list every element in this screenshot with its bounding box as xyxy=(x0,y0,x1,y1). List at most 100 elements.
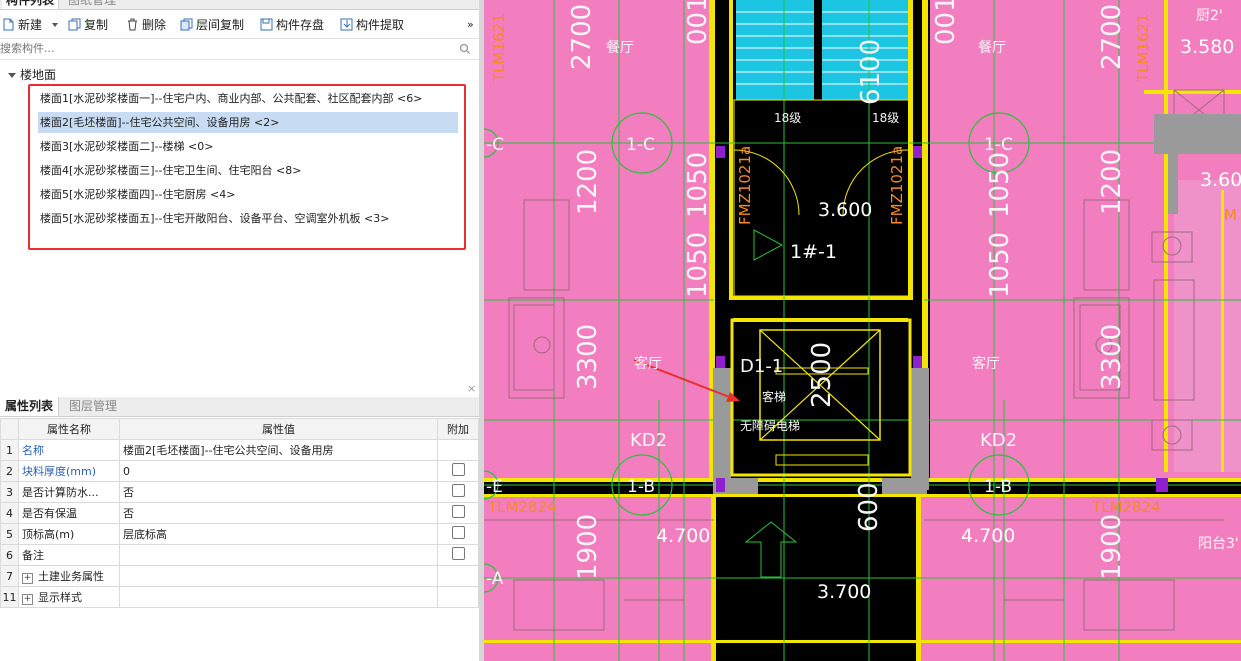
search-icon[interactable] xyxy=(459,43,471,55)
stair-18-left: 18级 xyxy=(774,111,801,125)
floor-plan-drawing: 2700 2700 1200 1050 1200 1050 1050 1050 … xyxy=(484,0,1241,661)
extra-checkbox[interactable] xyxy=(451,484,465,497)
property-name: + 显示样式 xyxy=(18,586,120,608)
extract-component-button[interactable]: 构件提取 xyxy=(340,16,404,34)
copy-button[interactable]: 复制 xyxy=(68,16,108,34)
tab-property-list[interactable]: 属性列表 xyxy=(0,397,60,416)
elev-3600-right: 3.60 xyxy=(1200,169,1241,191)
floor-copy-icon xyxy=(180,18,193,31)
extra-checkbox[interactable] xyxy=(451,526,465,539)
axis-edge-c: -C xyxy=(486,135,504,155)
dim-1050-right: 1050 xyxy=(985,152,1015,218)
tree-item-floor-1[interactable]: 楼面1[水泥砂浆楼面一]--住宅户内、商业内部、公共配套、社区配套内部 <6> xyxy=(38,88,422,109)
property-row[interactable]: 4 是否有保温 否 xyxy=(0,502,479,524)
property-row[interactable]: 1 名称 楼面2[毛坯楼面]--住宅公共空间、设备用房 xyxy=(0,439,479,461)
stair-landing xyxy=(733,99,910,297)
expand-plus-icon[interactable]: + xyxy=(22,594,33,605)
close-icon[interactable]: × xyxy=(467,382,476,395)
property-row[interactable]: 6 备注 xyxy=(0,544,479,566)
property-tab-strip: 属性列表 图层管理 xyxy=(0,397,479,417)
property-table: 属性名称 属性值 附加 1 名称 楼面2[毛坯楼面]--住宅公共空间、设备用房 2 块料… xyxy=(0,418,479,608)
corridor-arrow xyxy=(744,521,798,578)
tree-root-floor-finish[interactable]: 楼地面 xyxy=(8,66,56,83)
new-button[interactable]: 新建 xyxy=(2,16,58,34)
save-component-button[interactable]: 构件存盘 xyxy=(260,16,324,34)
property-value[interactable]: 0 xyxy=(119,460,438,482)
property-table-body: 1 名称 楼面2[毛坯楼面]--住宅公共空间、设备用房 2 块料厚度(mm) 0 3 是否计算… xyxy=(0,439,479,608)
tree-item-floor-3[interactable]: 楼面3[水泥砂浆楼面二]--楼梯 <0> xyxy=(38,136,213,157)
room-dining-right: 餐厅 xyxy=(978,40,1006,56)
property-value-header: 属性值 xyxy=(119,418,438,440)
property-value[interactable]: 层底标高 xyxy=(119,523,438,545)
extra-checkbox[interactable] xyxy=(451,463,465,476)
elev-3600: 3.600 xyxy=(818,199,872,221)
property-value[interactable]: 否 xyxy=(119,481,438,503)
axis-1c-right: 1-C xyxy=(984,135,1013,155)
elev-3700: 3.700 xyxy=(817,581,871,603)
door-m-right: M xyxy=(1224,206,1237,224)
elevator-barrier-free-label: 无障碍电梯 xyxy=(740,418,800,433)
property-name-text: 土建业务属性 xyxy=(38,570,104,583)
left-unit-fill xyxy=(484,0,709,478)
dim-1050-mid-right: 1050 xyxy=(985,232,1015,298)
component-search-bar xyxy=(0,38,479,60)
dim-001-left: 001 xyxy=(683,0,713,45)
floor-copy-button[interactable]: 层间复制 xyxy=(180,16,244,34)
property-value[interactable] xyxy=(119,544,438,566)
elev-4700-left: 4.700 xyxy=(656,525,710,547)
component-search-input[interactable] xyxy=(0,41,450,56)
property-name-text: 顶标高(m) xyxy=(22,528,75,541)
property-extra-cell xyxy=(437,523,479,545)
delete-label: 删除 xyxy=(142,18,167,32)
tree-item-floor-2[interactable]: 楼面2[毛坯楼面]--住宅公共空间、设备用房 <2> xyxy=(38,112,458,133)
toolbar-overflow-button[interactable]: » xyxy=(467,16,474,34)
property-row[interactable]: 3 是否计算防水... 否 xyxy=(0,481,479,503)
floor-copy-label: 层间复制 xyxy=(196,18,245,32)
extract-icon xyxy=(340,18,353,31)
property-extra-cell xyxy=(437,565,479,587)
property-value[interactable]: 否 xyxy=(119,502,438,524)
dim-600: 600 xyxy=(854,482,884,532)
property-row[interactable]: 2 块料厚度(mm) 0 xyxy=(0,460,479,482)
property-name-text: 名称 xyxy=(22,444,44,457)
extract-component-label: 构件提取 xyxy=(356,18,405,32)
expand-plus-icon[interactable]: + xyxy=(22,573,33,584)
cad-drawing-canvas[interactable]: 2700 2700 1200 1050 1200 1050 1050 1050 … xyxy=(484,0,1241,661)
tree-item-floor-5[interactable]: 楼面5[水泥砂浆楼面四]--住宅厨房 <4> xyxy=(38,184,235,205)
property-row[interactable]: 5 顶标高(m) 层底标高 xyxy=(0,523,479,545)
row-number: 6 xyxy=(0,544,19,566)
room-living-left: 客厅 xyxy=(634,355,662,372)
property-name-text: 是否有保温 xyxy=(22,507,77,520)
property-row[interactable]: 7 + 土建业务属性 xyxy=(0,565,479,587)
tree-item-floor-4[interactable]: 楼面4[水泥砂浆楼面三]--住宅卫生间、住宅阳台 <8> xyxy=(38,160,301,181)
row-number: 2 xyxy=(0,460,19,482)
property-name-text: 备注 xyxy=(22,549,44,562)
axis-1b-right: 1-B xyxy=(984,477,1012,497)
expand-triangle-icon[interactable] xyxy=(8,73,16,78)
tab-component-list[interactable]: 构件列表 xyxy=(2,0,60,9)
property-extra-cell xyxy=(437,460,479,482)
row-number: 3 xyxy=(0,481,19,503)
property-value[interactable] xyxy=(119,586,438,608)
tree-item-floor-6[interactable]: 楼面5[水泥砂浆楼面五]--住宅开敞阳台、设备平台、空调室外机板 <3> xyxy=(38,208,389,229)
property-name: 是否有保温 xyxy=(18,502,120,524)
copy-label: 复制 xyxy=(84,18,109,32)
property-name: + 土建业务属性 xyxy=(18,565,120,587)
property-value[interactable] xyxy=(119,565,438,587)
property-name: 块料厚度(mm) xyxy=(18,460,120,482)
property-row[interactable]: 11 + 显示样式 xyxy=(0,586,479,608)
property-value[interactable]: 楼面2[毛坯楼面]--住宅公共空间、设备用房 xyxy=(119,439,438,461)
tab-layer-management[interactable]: 图层管理 xyxy=(65,397,121,416)
opening-kd2-right: KD2 xyxy=(980,430,1017,451)
extra-checkbox[interactable] xyxy=(451,505,465,518)
new-file-icon xyxy=(3,18,14,31)
dim-1900-right: 1900 xyxy=(1097,514,1127,580)
axis-edge-a: -A xyxy=(486,569,504,589)
property-table-header: 属性名称 属性值 附加 xyxy=(0,418,479,440)
delete-button[interactable]: 删除 xyxy=(126,16,166,34)
tab-drawing-management[interactable]: 图纸管理 xyxy=(64,0,120,9)
property-name-text: 是否计算防水... xyxy=(22,486,99,499)
room-living-right: 客厅 xyxy=(972,355,1000,372)
dropdown-arrow-icon[interactable] xyxy=(51,23,58,27)
extra-checkbox[interactable] xyxy=(451,547,465,560)
